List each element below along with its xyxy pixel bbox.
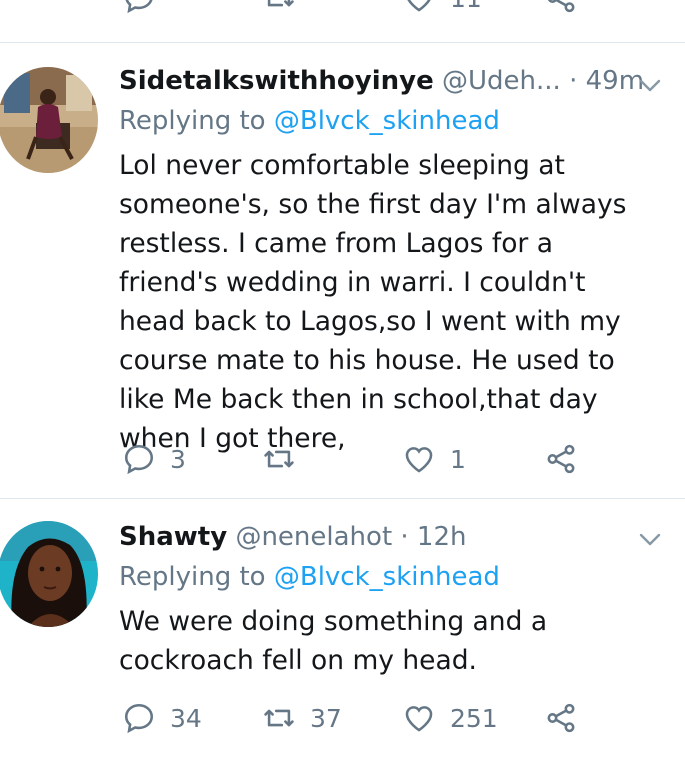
tweet-actions: 34 37 251 <box>0 698 685 738</box>
reply-button[interactable] <box>122 0 156 18</box>
display-name[interactable]: Shawty <box>119 522 227 552</box>
avatar[interactable] <box>0 67 98 173</box>
reply-button[interactable]: 3 <box>122 439 186 479</box>
retweet-icon <box>267 0 294 7</box>
username[interactable]: @Udeh... <box>442 66 561 96</box>
reply-count: 3 <box>170 444 186 474</box>
retweet-icon <box>264 450 294 468</box>
tweet[interactable]: Shawty @nenelahot · 12h Replying to @Blv… <box>0 499 685 770</box>
like-button[interactable]: 251 <box>402 698 498 738</box>
display-name[interactable]: Sidetalkswithhoyinye <box>119 66 434 96</box>
tweet-text: We were doing something and a cockroach … <box>119 606 548 676</box>
previous-tweet-actions: 11 <box>0 0 685 42</box>
reply-icon <box>124 444 154 475</box>
reply-count: 34 <box>170 703 202 733</box>
share-icon <box>547 444 575 474</box>
share-icon <box>547 0 575 13</box>
like-button[interactable]: 1 <box>402 439 466 479</box>
chevron-down-icon[interactable] <box>637 529 663 549</box>
retweet-count: 37 <box>310 703 342 733</box>
retweet-button[interactable] <box>262 439 296 479</box>
replying-label: Replying to <box>119 562 266 592</box>
username[interactable]: @nenelahot <box>235 522 392 552</box>
share-button[interactable] <box>544 439 578 479</box>
retweet-button[interactable] <box>262 0 296 18</box>
chevron-down-icon[interactable] <box>637 75 663 95</box>
timestamp[interactable]: · 12h <box>400 522 466 552</box>
like-icon <box>407 0 431 12</box>
like-count: 11 <box>450 0 482 13</box>
replying-handle-link[interactable]: @Blvck_skinhead <box>274 106 500 136</box>
replying-to: Replying to @Blvck_skinhead <box>119 105 500 137</box>
share-button[interactable] <box>544 698 578 738</box>
like-icon <box>405 447 433 473</box>
like-count: 1 <box>450 444 466 474</box>
avatar[interactable] <box>0 521 98 627</box>
replying-to: Replying to @Blvck_skinhead <box>119 561 500 593</box>
replying-label: Replying to <box>119 106 266 136</box>
retweet-button[interactable]: 37 <box>262 698 342 738</box>
tweet-header: Shawty @nenelahot · 12h <box>119 521 685 553</box>
tweet[interactable]: Sidetalkswithhoyinye @Udeh... · 49m Repl… <box>0 43 685 498</box>
like-button[interactable]: 11 <box>402 0 482 18</box>
replying-handle-link[interactable]: @Blvck_skinhead <box>274 562 500 592</box>
reply-icon <box>124 703 154 734</box>
retweet-icon <box>264 709 294 727</box>
reply-button[interactable]: 34 <box>122 698 202 738</box>
reply-icon <box>125 0 153 14</box>
tweet-text: Lol never comfortable sleeping at someon… <box>119 150 627 454</box>
like-icon <box>405 706 433 732</box>
like-count: 251 <box>450 703 498 733</box>
share-icon <box>547 703 575 733</box>
timestamp[interactable]: · 49m <box>569 66 644 96</box>
tweet-actions: 3 1 <box>0 439 685 479</box>
tweet-header: Sidetalkswithhoyinye @Udeh... · 49m <box>119 65 685 97</box>
share-button[interactable] <box>544 0 578 18</box>
